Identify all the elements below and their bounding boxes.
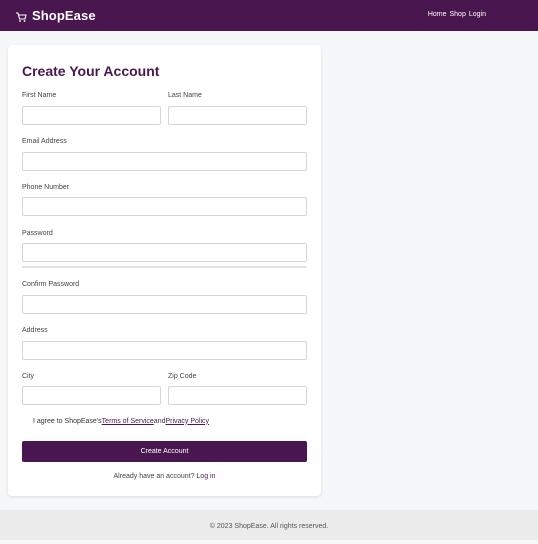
terms-of-service-link[interactable]: Terms of Service bbox=[102, 418, 154, 425]
phone-field[interactable] bbox=[22, 197, 307, 216]
password-field[interactable] bbox=[22, 243, 307, 262]
zip-code-field[interactable] bbox=[168, 386, 307, 405]
email-field[interactable] bbox=[22, 152, 307, 171]
last-name-field[interactable] bbox=[168, 106, 307, 125]
address-label: Address bbox=[22, 327, 48, 334]
main-nav: Home Shop Login bbox=[428, 11, 486, 18]
terms-checkbox[interactable] bbox=[22, 417, 30, 425]
nav-link-shop[interactable]: Shop bbox=[450, 11, 466, 18]
confirm-password-label: Confirm Password bbox=[22, 281, 80, 288]
email-label: Email Address bbox=[22, 138, 67, 145]
address-field[interactable] bbox=[22, 341, 307, 360]
shopping-cart-icon bbox=[15, 10, 27, 22]
signup-card: Create Your Account First Name Last Name… bbox=[8, 45, 321, 496]
zip-code-label: Zip Code bbox=[168, 373, 197, 380]
brand-name: ShopEase bbox=[32, 8, 96, 23]
footer: © 2023 ShopEase. All rights reserved. bbox=[0, 510, 538, 540]
top-navbar: ShopEase Home Shop Login bbox=[0, 0, 538, 31]
nav-link-login[interactable]: Login bbox=[469, 11, 486, 18]
brand-logo[interactable]: ShopEase bbox=[15, 8, 96, 23]
terms-row: I agree to ShopEase's Terms of Service a… bbox=[22, 417, 209, 425]
nav-link-home[interactable]: Home bbox=[428, 11, 447, 18]
password-strength-bar bbox=[22, 266, 307, 268]
terms-conjunction: and bbox=[153, 417, 166, 425]
login-link[interactable]: Log in bbox=[196, 473, 215, 480]
footer-copyright: © 2023 ShopEase. All rights reserved. bbox=[209, 523, 329, 530]
login-prompt-row: Already have an account? Log in bbox=[8, 473, 321, 480]
last-name-label: Last Name bbox=[168, 92, 202, 99]
confirm-password-field[interactable] bbox=[22, 295, 307, 314]
city-label: City bbox=[22, 373, 35, 380]
first-name-field[interactable] bbox=[22, 106, 161, 125]
create-account-button[interactable]: Create Account bbox=[22, 441, 307, 462]
city-field[interactable] bbox=[22, 386, 161, 405]
login-prompt-text: Already have an account? bbox=[113, 473, 197, 480]
first-name-label: First Name bbox=[22, 92, 57, 99]
privacy-policy-link[interactable]: Privacy Policy bbox=[165, 418, 209, 425]
page-title: Create Your Account bbox=[22, 63, 160, 79]
password-label: Password bbox=[22, 230, 53, 237]
terms-prefix: I agree to ShopEase's bbox=[33, 417, 102, 425]
phone-label: Phone Number bbox=[22, 184, 70, 191]
